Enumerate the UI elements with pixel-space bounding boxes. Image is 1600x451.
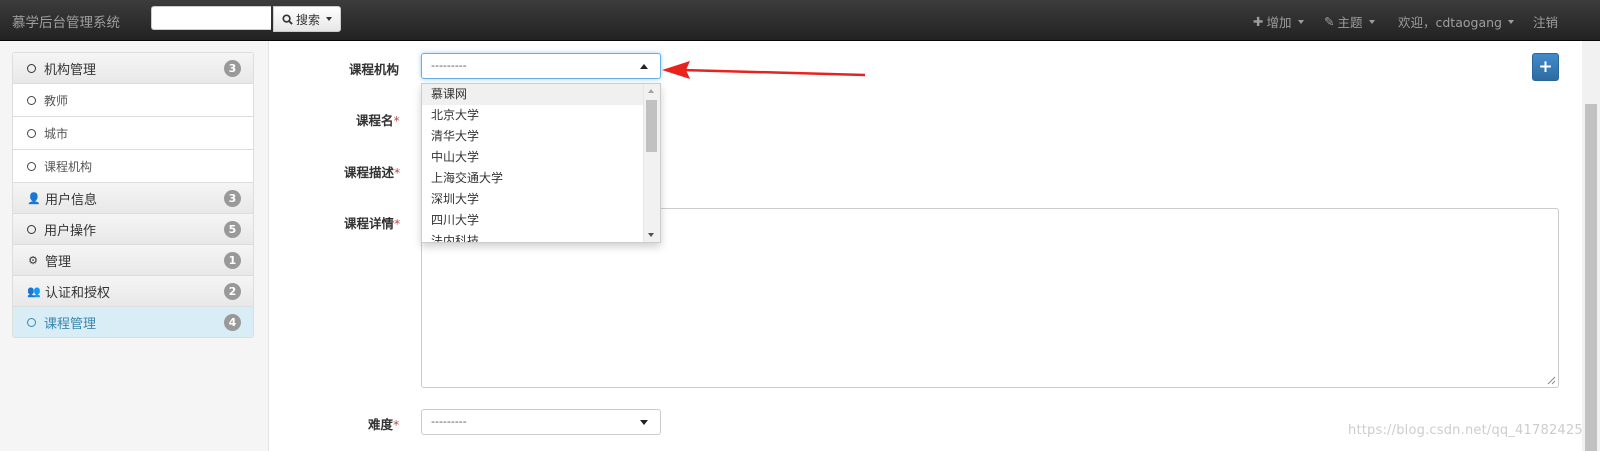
sidebar-item-teacher[interactable]: 教师	[13, 84, 253, 117]
top-navbar: 慕学后台管理系统 搜索 ✚ 增加 ✎ 主题 欢迎，cdtaogang 注销	[0, 0, 1600, 41]
theme-menu-label: 主题	[1337, 15, 1363, 30]
name-label: 课程名*	[356, 110, 400, 129]
plus-icon: ✚	[1253, 14, 1264, 29]
add-menu-label: 增加	[1266, 15, 1292, 30]
chevron-down-icon	[640, 420, 648, 425]
dropdown-option[interactable]: 深圳大学	[422, 189, 660, 210]
logout-label: 注销	[1533, 15, 1559, 30]
circle-icon	[27, 128, 36, 138]
dropdown-option[interactable]: 清华大学	[422, 126, 660, 147]
dropdown-scrollbar[interactable]	[643, 84, 660, 242]
page-scrollbar-thumb[interactable]	[1585, 104, 1597, 451]
search-icon	[282, 13, 293, 25]
required-mark: *	[394, 216, 401, 231]
user-menu[interactable]: 欢迎，cdtaogang	[1398, 12, 1514, 31]
gear-icon: ⚙	[28, 253, 38, 267]
chevron-down-icon	[1507, 19, 1514, 24]
dropdown-option[interactable]: 四川大学	[422, 210, 660, 231]
sidebar-item-city[interactable]: 城市	[13, 117, 253, 150]
page-scrollbar[interactable]	[1582, 41, 1600, 451]
circle-icon	[27, 224, 36, 234]
desc-label-text: 课程描述	[344, 165, 395, 180]
sidebar-menu: 机构管理 3 教师 城市 课程机构 👤 用户信息 3 用户操作 5 ⚙ 管理 1…	[12, 52, 254, 338]
dropdown-option[interactable]: 上海交通大学	[422, 168, 660, 189]
dropdown-option[interactable]: 慕课网	[422, 84, 660, 105]
course-org-dropdown: 慕课网 北京大学 清华大学 中山大学 上海交通大学 深圳大学 四川大学 法内科技	[421, 83, 661, 243]
search-input[interactable]	[151, 6, 271, 30]
sidebar-group-label: 机构管理	[44, 62, 97, 78]
dropdown-option[interactable]: 法内科技	[422, 231, 660, 242]
chevron-down-icon	[1297, 19, 1304, 24]
add-menu[interactable]: ✚ 增加	[1253, 12, 1304, 31]
circle-icon	[27, 161, 36, 171]
sidebar-item-label: 城市	[44, 126, 69, 141]
pencil-icon: ✎	[1324, 14, 1335, 29]
sidebar: 机构管理 3 教师 城市 课程机构 👤 用户信息 3 用户操作 5 ⚙ 管理 1…	[0, 41, 269, 451]
sidebar-group-label: 认证和授权	[45, 285, 111, 301]
chevron-down-icon	[1368, 19, 1375, 24]
brand-title[interactable]: 慕学后台管理系统	[12, 11, 120, 31]
org-label-text: 课程机构	[349, 62, 400, 77]
resize-handle-icon[interactable]	[1547, 376, 1556, 385]
detail-label-text: 课程详情	[344, 216, 395, 231]
sidebar-item-label: 教师	[44, 93, 69, 108]
sidebar-group-label: 课程管理	[44, 316, 97, 332]
count-badge: 5	[224, 221, 241, 238]
sidebar-item-label: 课程机构	[44, 159, 93, 174]
required-mark: *	[393, 113, 400, 128]
search-button-label: 搜索	[295, 12, 320, 27]
sidebar-group-admin[interactable]: ⚙ 管理 1	[13, 245, 253, 276]
sidebar-item-course-org[interactable]: 课程机构	[13, 150, 253, 183]
sidebar-group-label: 用户信息	[45, 192, 98, 208]
count-badge: 3	[224, 190, 241, 207]
scrollbar-thumb[interactable]	[646, 100, 657, 152]
scroll-down-icon[interactable]	[648, 233, 654, 237]
desc-label: 课程描述*	[344, 162, 400, 181]
org-label: 课程机构	[349, 59, 399, 78]
circle-icon	[27, 317, 36, 327]
count-badge: 3	[224, 60, 241, 77]
chevron-up-icon	[640, 64, 648, 69]
sidebar-group-user-ops[interactable]: 用户操作 5	[13, 214, 253, 245]
welcome-text: 欢迎，cdtaogang	[1398, 15, 1502, 30]
watermark: https://blog.csdn.net/qq_41782425	[1348, 423, 1583, 438]
count-badge: 1	[224, 252, 241, 269]
add-button[interactable]: +	[1532, 53, 1559, 81]
sidebar-group-user-info[interactable]: 👤 用户信息 3	[13, 183, 253, 214]
course-org-select[interactable]: ---------	[421, 53, 661, 79]
user-icon: 👤	[27, 191, 41, 205]
scroll-up-icon[interactable]	[648, 89, 654, 93]
users-icon: 👥	[27, 284, 41, 298]
name-label-text: 课程名	[356, 113, 394, 128]
degree-select[interactable]: ---------	[421, 409, 661, 435]
circle-icon	[27, 63, 36, 73]
dropdown-option[interactable]: 中山大学	[422, 147, 660, 168]
count-badge: 2	[224, 283, 241, 300]
degree-value: ---------	[431, 415, 467, 428]
logout-link[interactable]: 注销	[1533, 12, 1558, 31]
degree-label-text: 难度	[368, 417, 394, 432]
sidebar-group-org[interactable]: 机构管理 3	[13, 53, 253, 84]
sidebar-group-auth[interactable]: 👥 认证和授权 2	[13, 276, 253, 307]
circle-icon	[27, 95, 36, 105]
sidebar-group-label: 用户操作	[44, 223, 97, 239]
dropdown-option[interactable]: 北京大学	[422, 105, 660, 126]
count-badge: 4	[224, 314, 241, 331]
theme-menu[interactable]: ✎ 主题	[1324, 12, 1375, 31]
degree-label: 难度*	[368, 414, 399, 433]
course-org-value: ---------	[431, 59, 467, 72]
annotation-arrow-icon	[662, 61, 866, 79]
required-mark: *	[394, 165, 401, 180]
detail-label: 课程详情*	[344, 213, 400, 232]
search-button[interactable]: 搜索	[273, 6, 341, 32]
chevron-down-icon	[326, 17, 332, 21]
required-mark: *	[393, 417, 400, 432]
sidebar-group-course[interactable]: 课程管理 4	[13, 307, 253, 337]
sidebar-group-label: 管理	[45, 254, 72, 270]
